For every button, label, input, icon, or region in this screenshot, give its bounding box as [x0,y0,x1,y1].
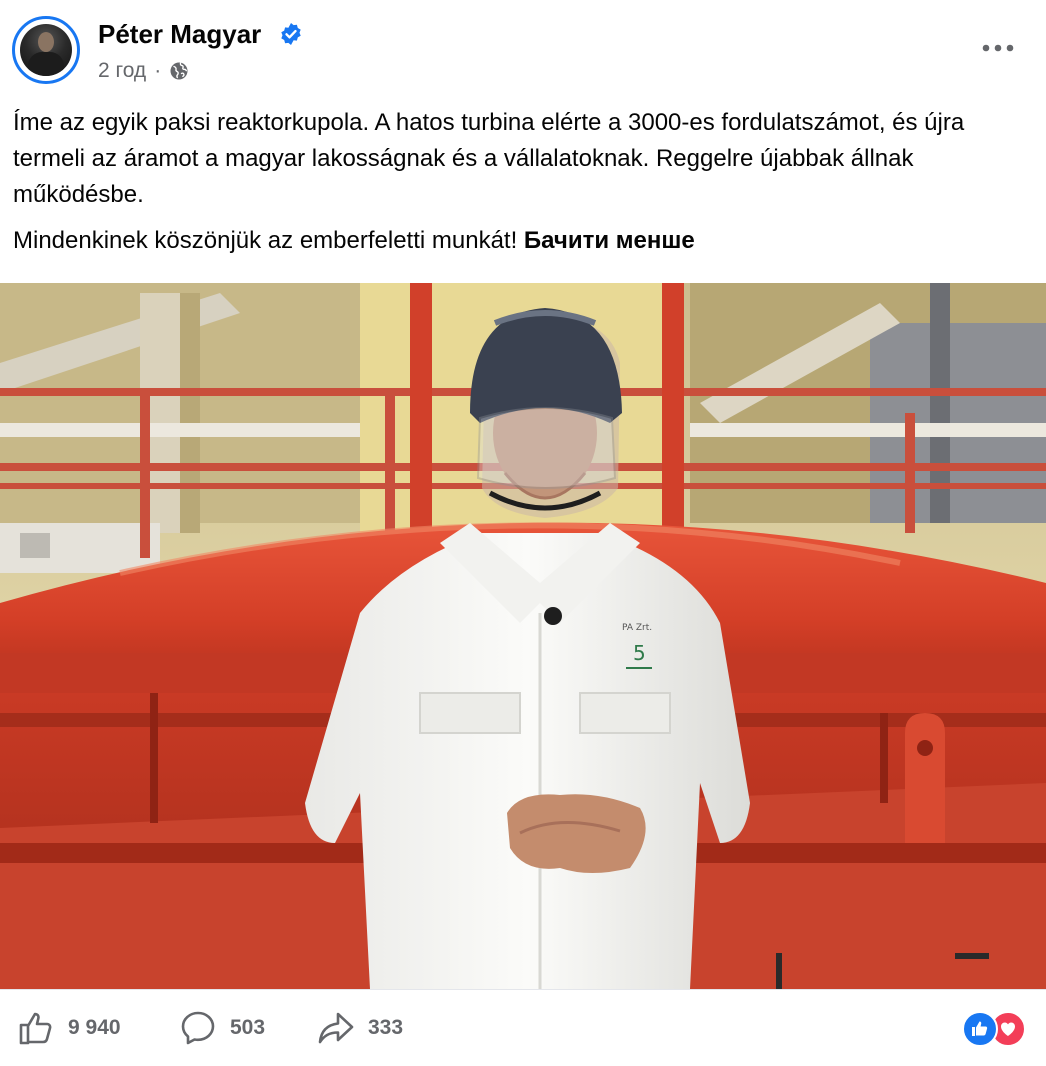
post-text: Íme az egyik paksi reaktorkupola. A hato… [13,105,1038,259]
post-meta: 2 год · [98,58,189,84]
reactor-dome-photo: PA Zrt. 5 [0,283,1046,989]
avatar-image [20,24,72,76]
badge-text: PA Zrt. [622,623,652,633]
comment-button[interactable]: 503 [180,1010,265,1046]
share-arrow-icon [318,1012,354,1044]
thumbs-up-icon [19,1012,52,1045]
share-button[interactable]: 333 [318,1010,403,1046]
post-paragraph-text: Mindenkinek köszönjük az emberfeletti mu… [13,227,518,254]
verified-badge-icon [281,23,301,45]
reaction-summary[interactable] [962,1011,1030,1047]
like-button[interactable]: 9 940 [18,1010,121,1046]
meta-separator: · [154,59,162,82]
like-reaction-icon [962,1011,998,1047]
globe-icon[interactable] [169,61,189,81]
post-paragraph: Mindenkinek köszönjük az emberfeletti mu… [13,223,1038,259]
post-photo[interactable]: PA Zrt. 5 [0,283,1046,989]
comment-count: 503 [230,1016,266,1039]
see-less-link[interactable]: Бачити менше [524,227,695,254]
badge-number: 5 [633,641,646,665]
post-header: Péter Magyar 2 год · [0,0,1046,100]
post-timestamp[interactable]: 2 год [98,58,146,84]
author-name[interactable]: Péter Magyar [98,18,261,50]
post-actions-bar: 9 940 503 333 [0,989,1046,1066]
comment-bubble-icon [181,1011,215,1045]
like-count: 9 940 [68,1016,121,1039]
share-count: 333 [368,1016,404,1039]
author-avatar[interactable] [12,16,80,84]
post-paragraph: Íme az egyik paksi reaktorkupola. A hato… [13,109,965,208]
more-options-icon[interactable] [980,38,1016,58]
